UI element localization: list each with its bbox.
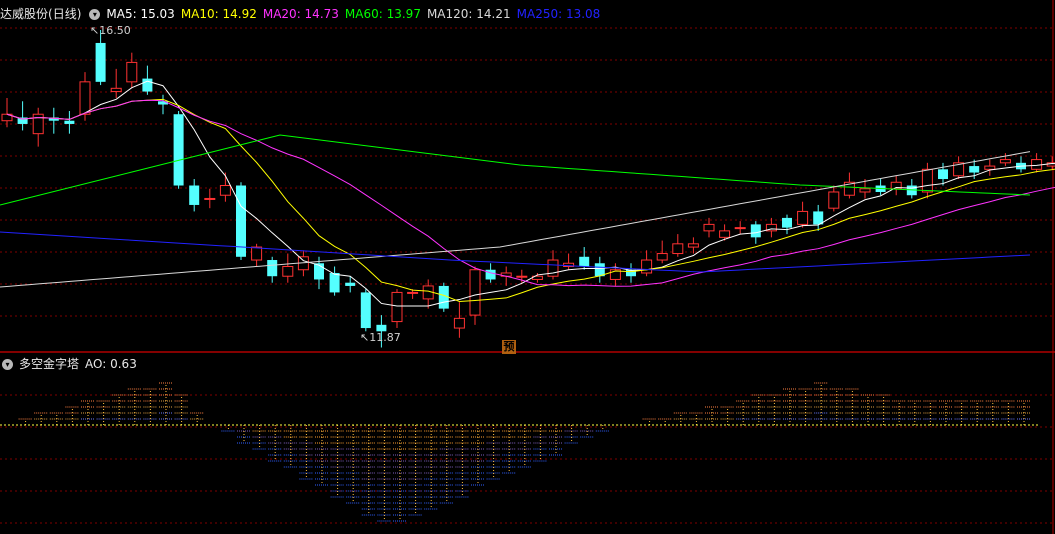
candle-body-up	[453, 317, 465, 329]
candle-body-up	[797, 210, 809, 225]
ma60-line	[0, 134, 1031, 206]
indicator-name: 多空金字塔	[19, 357, 80, 371]
ma10-line	[6, 98, 1055, 302]
candle-body-up	[672, 243, 684, 255]
price-panel-header: 达威股份 (日线) ▾ MA5: 15.03 MA10: 14.92 MA20:…	[0, 6, 606, 22]
candle-body-down	[594, 263, 605, 277]
candle-body-up	[516, 275, 528, 278]
candle-body-up	[859, 188, 871, 193]
candle-body-down	[329, 272, 340, 293]
forecast-marker[interactable]: 预	[502, 340, 516, 354]
stock-name: 达威股份	[0, 7, 49, 21]
candle-body-up	[204, 197, 216, 200]
candle-body-down	[64, 120, 75, 124]
stock-period: (日线)	[48, 7, 82, 21]
ma5-label: MA5: 15.03	[106, 7, 175, 21]
candle-body-down	[189, 185, 200, 205]
ma20-line	[6, 99, 1055, 287]
candle-body-down	[782, 217, 792, 228]
candle-body-down	[438, 285, 449, 309]
candle-body-up	[126, 61, 138, 83]
candle-body-down	[750, 224, 761, 238]
ma20-label: MA20: 14.73	[262, 7, 339, 21]
candle-body-up	[719, 230, 731, 238]
candle-body-down	[142, 78, 153, 92]
candle-body-up	[110, 87, 122, 93]
price-high-label: ↖16.50	[90, 24, 131, 37]
candle-body-down	[95, 42, 106, 82]
candle-body-up	[734, 227, 746, 230]
price-low-label: ↖11.87	[360, 331, 401, 344]
ma120-label: MA120: 14.21	[426, 7, 511, 21]
chevron-down-icon[interactable]: ▾	[2, 358, 13, 370]
candle-body-up	[1031, 159, 1043, 170]
candle-body-up	[641, 259, 653, 274]
candle-body-up	[828, 191, 840, 209]
candle-body-down	[173, 114, 184, 186]
candle-body-up	[469, 269, 481, 316]
candle-body-down	[938, 169, 948, 180]
indicator-panel-header: ▾ 多空金字塔 AO: 0.63	[0, 356, 143, 372]
candle-body-up	[407, 291, 419, 294]
ma250-label: MA250: 13.08	[516, 7, 601, 21]
chevron-down-icon[interactable]: ▾	[89, 8, 101, 20]
candle-body-down	[360, 292, 371, 329]
candle-body-down	[485, 269, 496, 280]
ma5-line	[6, 80, 1055, 307]
candle-body-down	[969, 166, 980, 173]
candle-body-down	[267, 260, 278, 277]
candle-body-down	[236, 185, 246, 257]
candle-body-down	[579, 256, 590, 267]
candle-body-up	[282, 266, 294, 277]
candle-body-down	[345, 282, 356, 286]
candle-body-up	[219, 185, 231, 196]
candle-body-up	[656, 253, 668, 261]
candle-body-up	[703, 223, 715, 232]
candle-body-up	[984, 165, 996, 170]
ma60-label: MA60: 13.97	[344, 7, 421, 21]
candle-body-up	[687, 243, 699, 248]
candle-body-up	[251, 246, 263, 261]
candle-body-up	[999, 159, 1011, 164]
kline-chart[interactable]	[0, 0, 1055, 534]
ma120-line	[0, 151, 1031, 288]
candle-body-up	[921, 168, 933, 193]
candle-body-up	[79, 81, 91, 115]
candle-body-up	[391, 291, 403, 323]
ma10-label: MA10: 14.92	[180, 7, 257, 21]
indicator-value: AO: 0.63	[85, 357, 137, 371]
